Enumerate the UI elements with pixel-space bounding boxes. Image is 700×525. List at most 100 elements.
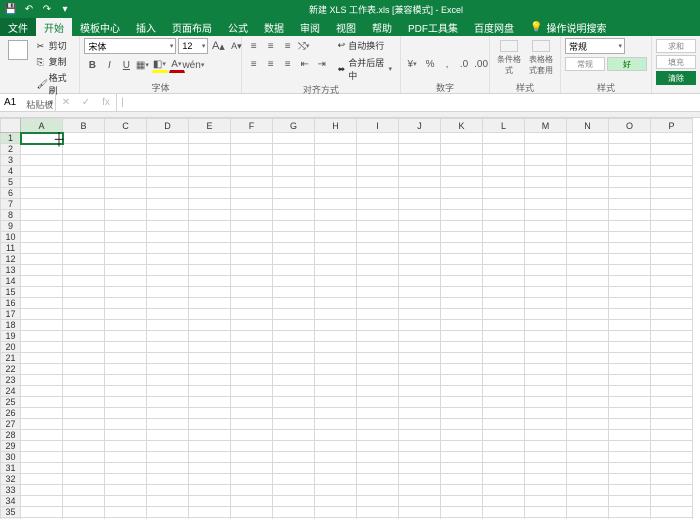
cell[interactable]	[357, 474, 399, 485]
cell[interactable]	[105, 375, 147, 386]
tell-me-search[interactable]: 💡 操作说明搜索	[522, 18, 606, 36]
cell[interactable]	[483, 155, 525, 166]
cell[interactable]	[105, 463, 147, 474]
cell[interactable]	[147, 507, 189, 518]
cell[interactable]	[63, 221, 105, 232]
cell[interactable]	[21, 155, 63, 166]
cell[interactable]	[63, 210, 105, 221]
cell[interactable]	[315, 166, 357, 177]
cell[interactable]	[609, 144, 651, 155]
cell[interactable]	[609, 518, 651, 520]
cut-button[interactable]: ✂剪切	[35, 38, 76, 53]
column-header[interactable]: H	[315, 119, 357, 133]
cell[interactable]	[189, 353, 231, 364]
cell[interactable]	[357, 375, 399, 386]
cell[interactable]	[357, 364, 399, 375]
cell[interactable]	[567, 364, 609, 375]
row-header[interactable]: 4	[1, 166, 21, 177]
increase-decimal-button[interactable]: .0	[456, 56, 472, 72]
row-header[interactable]: 3	[1, 155, 21, 166]
cell[interactable]	[483, 342, 525, 353]
cell[interactable]	[441, 199, 483, 210]
cell[interactable]	[21, 188, 63, 199]
cell[interactable]	[483, 375, 525, 386]
cell[interactable]	[609, 210, 651, 221]
cell[interactable]	[651, 419, 693, 430]
cell[interactable]	[357, 309, 399, 320]
cell[interactable]	[357, 276, 399, 287]
cell[interactable]	[483, 496, 525, 507]
cell[interactable]	[567, 144, 609, 155]
column-header[interactable]: B	[63, 119, 105, 133]
row-header[interactable]: 7	[1, 199, 21, 210]
cell[interactable]	[609, 441, 651, 452]
cell[interactable]	[441, 485, 483, 496]
cell[interactable]	[231, 177, 273, 188]
cell[interactable]	[399, 441, 441, 452]
tab-review[interactable]: 审阅	[292, 18, 328, 36]
cell[interactable]	[189, 375, 231, 386]
cell[interactable]	[189, 408, 231, 419]
cell[interactable]	[147, 518, 189, 520]
cell[interactable]	[441, 166, 483, 177]
cell[interactable]	[63, 199, 105, 210]
cell[interactable]	[399, 342, 441, 353]
row-header[interactable]: 24	[1, 386, 21, 397]
cell[interactable]	[273, 452, 315, 463]
cell[interactable]	[231, 331, 273, 342]
cell[interactable]	[105, 221, 147, 232]
column-header[interactable]: K	[441, 119, 483, 133]
cell[interactable]	[483, 331, 525, 342]
cell[interactable]	[189, 419, 231, 430]
cell[interactable]	[105, 474, 147, 485]
cell[interactable]	[567, 474, 609, 485]
cell[interactable]	[483, 309, 525, 320]
cell[interactable]	[357, 320, 399, 331]
cell[interactable]	[609, 485, 651, 496]
cell[interactable]	[567, 331, 609, 342]
cell[interactable]	[273, 144, 315, 155]
spreadsheet-grid[interactable]: ABCDEFGHIJKLMNOP1┼2345678910111213141516…	[0, 118, 700, 519]
cell[interactable]	[525, 474, 567, 485]
cell[interactable]	[567, 188, 609, 199]
cell[interactable]	[567, 309, 609, 320]
row-header[interactable]: 5	[1, 177, 21, 188]
fx-button[interactable]: fx	[96, 97, 116, 108]
cell[interactable]	[609, 232, 651, 243]
cell[interactable]	[63, 518, 105, 520]
column-header[interactable]: M	[525, 119, 567, 133]
cell[interactable]	[63, 353, 105, 364]
cell[interactable]	[63, 144, 105, 155]
cell[interactable]	[525, 441, 567, 452]
row-header[interactable]: 35	[1, 507, 21, 518]
cell[interactable]	[189, 342, 231, 353]
cell[interactable]	[399, 199, 441, 210]
cell[interactable]	[609, 133, 651, 144]
cell[interactable]	[231, 441, 273, 452]
cell[interactable]	[105, 254, 147, 265]
row-header[interactable]: 34	[1, 496, 21, 507]
cell[interactable]	[651, 353, 693, 364]
cell[interactable]	[357, 298, 399, 309]
paste-button[interactable]	[4, 38, 33, 62]
cell[interactable]	[651, 188, 693, 199]
cell[interactable]	[273, 133, 315, 144]
cell[interactable]	[441, 408, 483, 419]
column-header[interactable]: O	[609, 119, 651, 133]
cell[interactable]	[105, 441, 147, 452]
cell[interactable]	[525, 419, 567, 430]
cell[interactable]	[273, 210, 315, 221]
cell[interactable]	[273, 408, 315, 419]
cell[interactable]	[441, 386, 483, 397]
cell[interactable]	[399, 386, 441, 397]
cell[interactable]	[609, 243, 651, 254]
cell[interactable]	[147, 342, 189, 353]
cell[interactable]	[315, 364, 357, 375]
cell[interactable]	[147, 232, 189, 243]
cell[interactable]	[63, 265, 105, 276]
cell[interactable]	[483, 210, 525, 221]
cell[interactable]	[189, 320, 231, 331]
cell[interactable]	[189, 177, 231, 188]
cell[interactable]	[147, 474, 189, 485]
cell[interactable]	[441, 474, 483, 485]
